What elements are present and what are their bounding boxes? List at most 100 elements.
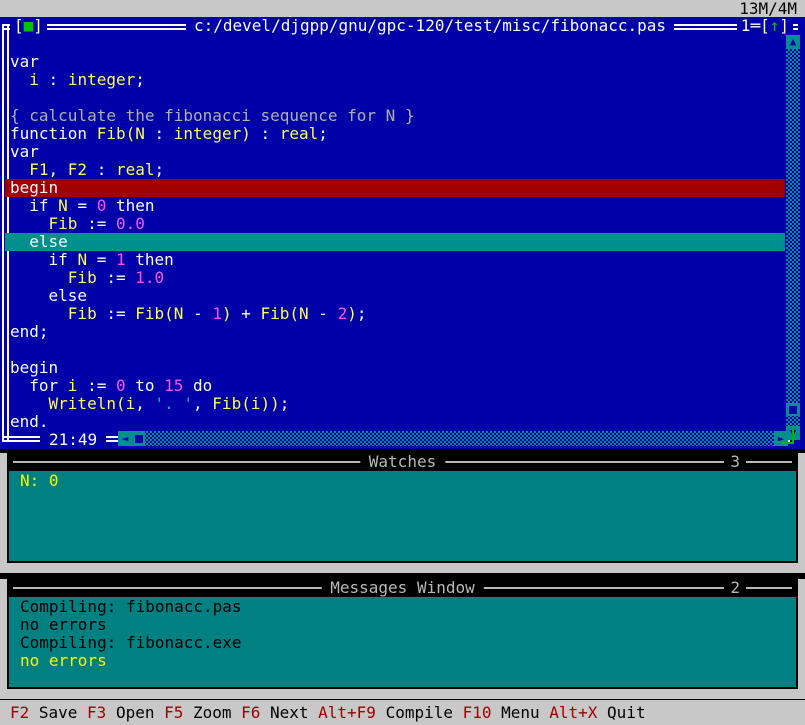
watches-body: N: 0 (7, 471, 798, 563)
code-token: - (308, 304, 338, 323)
v-scrollbar[interactable]: ▲ ▼ (786, 35, 800, 440)
code-token: do (183, 376, 213, 395)
code-token: 15 (164, 376, 184, 395)
maximize-icon: ↑ (769, 16, 780, 35)
code-token: : (87, 160, 116, 179)
code-line: if N = 0 then (5, 197, 785, 215)
code-token: := (77, 376, 116, 395)
code-token: N (77, 250, 88, 269)
close-button[interactable]: [■] (10, 17, 47, 35)
messages-title: Messages Window (321, 579, 484, 597)
code-token: 2 (337, 304, 348, 323)
status-item-open[interactable]: F3 Open (87, 703, 154, 722)
scroll-left-icon[interactable]: ◄ (118, 431, 132, 446)
status-label: Menu (501, 703, 540, 722)
code-line: { calculate the fibonacci sequence for N… (5, 107, 785, 125)
code-token: i (67, 376, 78, 395)
status-hotkey: Alt+X (549, 703, 608, 722)
code-token: if (10, 250, 78, 269)
code-token: Fib (48, 214, 78, 233)
status-item-save[interactable]: F2 Save (10, 703, 77, 722)
code-line: for i := 0 to 15 do (5, 377, 785, 395)
code-token: : (38, 70, 68, 89)
status-label: Quit (607, 703, 646, 722)
code-token: F2 (67, 160, 88, 179)
code-token: ; (154, 160, 165, 179)
code-token: else (10, 286, 88, 305)
code-token: ; (356, 304, 367, 323)
code-token: { calculate the fibonacci sequence for N… (10, 106, 415, 125)
code-token: 0.0 (115, 214, 145, 233)
code-token: ) (221, 304, 232, 323)
code-line: F1, F2 : real; (5, 161, 785, 179)
code-token: , (48, 160, 68, 179)
h-scroll-thumb[interactable] (132, 431, 145, 446)
status-item-next[interactable]: F6 Next (241, 703, 308, 722)
editor-window: [■] c:/devel/djgpp/gnu/gpc-120/test/misc… (0, 17, 805, 449)
memory-indicator: 13M/4M (739, 0, 797, 18)
code-token: Fib (67, 304, 97, 323)
code-token: else (10, 232, 68, 251)
code-line: var (5, 53, 785, 71)
code-token: F1 (29, 160, 49, 179)
code-line: Fib := 0.0 (5, 215, 785, 233)
code-token: : (144, 124, 174, 143)
code-line: Fib := Fib(N - 1) + Fib(N - 2); (5, 305, 785, 323)
code-token: to (125, 376, 165, 395)
h-scrollbar[interactable]: ◄ ► (118, 431, 788, 446)
watch-entry[interactable]: N: 0 (9, 472, 796, 490)
close-icon: ■ (23, 16, 34, 35)
code-line: begin (5, 359, 785, 377)
code-token: var (10, 52, 39, 71)
maximize-button[interactable]: 1═[↑] (736, 16, 793, 35)
code-token: := (96, 268, 136, 287)
code-token: if (10, 196, 59, 215)
code-token: : (250, 124, 280, 143)
code-token: integer (67, 70, 136, 89)
messages-titlebar[interactable]: Messages Window 2 (7, 579, 798, 597)
status-item-zoom[interactable]: F5 Zoom (164, 703, 231, 722)
code-token: + (231, 304, 261, 323)
code-token: begin (10, 358, 59, 377)
code-token: ) (347, 304, 357, 323)
code-token: begin (10, 178, 59, 197)
code-token: Fib (67, 268, 97, 287)
status-item-quit[interactable]: Alt+X Quit (549, 703, 645, 722)
status-item-compile[interactable]: Alt+F9 Compile (318, 703, 453, 722)
scroll-up-icon[interactable]: ▲ (786, 35, 800, 49)
code-token: 1 (115, 250, 126, 269)
status-bar: F2 Save F3 Open F5 Zoom F6 Next Alt+F9 Compi… (0, 700, 805, 725)
code-token: ; (279, 394, 290, 413)
editor-content[interactable]: var i : integer; { calculate the fibonacc… (5, 35, 785, 431)
watches-titlebar[interactable]: Watches 3 (7, 453, 798, 471)
message-line[interactable]: no errors (9, 652, 796, 670)
code-token: end; (10, 322, 49, 341)
message-line[interactable]: Compiling: fibonacc.pas (9, 598, 796, 616)
message-line[interactable]: no errors (9, 616, 796, 634)
status-label: Zoom (192, 703, 232, 722)
watches-title: Watches (359, 453, 446, 471)
breakpoint-line: begin (5, 179, 785, 197)
code-token: , (193, 394, 213, 413)
code-token: Fib(N (135, 304, 184, 323)
window-title[interactable]: c:/devel/djgpp/gnu/gpc-120/test/misc/fib… (186, 17, 675, 35)
messages-body: Compiling: fibonacc.pas no errors Compilin… (7, 597, 798, 689)
status-hotkey: F5 (164, 703, 193, 722)
code-token: function (10, 124, 97, 143)
code-token: 1 (212, 304, 222, 323)
message-line[interactable]: Compiling: fibonacc.exe (9, 634, 796, 652)
code-token: ; (135, 70, 145, 89)
code-line: var (5, 143, 785, 161)
status-label: Next (270, 703, 309, 722)
resize-corner[interactable] (780, 428, 794, 444)
status-item-menu[interactable]: F10 Menu (463, 703, 540, 722)
status-label: Compile (385, 703, 453, 722)
status-hotkey: F6 (241, 703, 270, 722)
messages-window-number: 2 (724, 579, 746, 597)
v-scroll-thumb[interactable] (786, 403, 800, 416)
code-line: if N = 1 then (5, 251, 785, 269)
